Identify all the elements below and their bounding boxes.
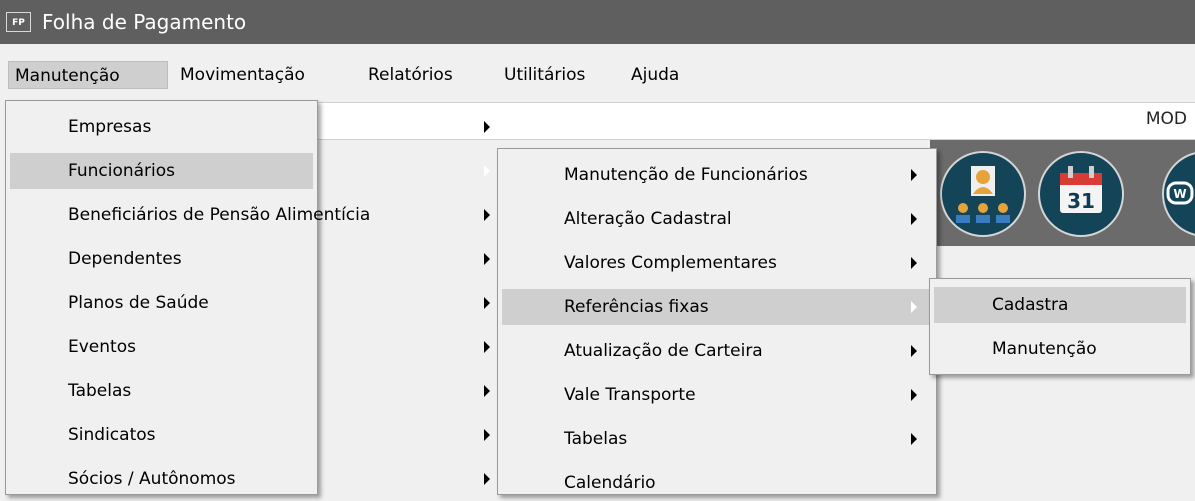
submenu-arrow-icon [484,473,490,485]
menu-bar: Manutenção Movimentação Relatórios Utili… [0,57,1195,93]
submenu-arrow-icon [484,297,490,309]
submenu-arrow-icon [911,389,917,401]
submenu-arrow-icon [911,345,917,357]
menu-item-sindicatos[interactable]: Sindicatos [10,417,490,453]
submenu-arrow-icon [911,433,917,445]
person-group-icon[interactable] [940,151,1026,237]
module-label: MOD [1145,109,1187,129]
submenu-item-vale-transporte[interactable]: Vale Transporte [502,377,932,413]
svg-text:W: W [1173,187,1186,201]
submenu-item-alteracao-cadastral[interactable]: Alteração Cadastral [502,201,932,237]
menu-item-tabelas[interactable]: Tabelas [10,373,490,409]
menu-ajuda[interactable]: Ajuda [625,61,693,89]
submenu-item-calendario[interactable]: Calendário [502,465,932,501]
menu-item-beneficiarios[interactable]: Beneficiários de Pensão Alimentícia [10,197,490,233]
window-title: Folha de Pagamento [42,10,247,34]
menu-item-dependentes[interactable]: Dependentes [10,241,490,277]
submenu-arrow-icon [484,253,490,265]
menu-manutencao[interactable]: Manutenção [8,61,168,89]
menu-movimentacao[interactable]: Movimentação [174,61,350,89]
submenu-item-valores-complementares[interactable]: Valores Complementares [502,245,932,281]
submenu-arrow-icon [911,169,917,181]
menu-relatorios[interactable]: Relatórios [362,61,487,89]
w-app-icon[interactable]: W [1162,151,1195,237]
title-bar: FP Folha de Pagamento [0,0,1195,44]
submenu-arrow-icon [484,385,490,397]
submenu-item-manutencao[interactable]: Manutenção [934,331,1186,367]
submenu-item-tabelas[interactable]: Tabelas [502,421,932,457]
menu-item-empresas[interactable]: Empresas [10,109,490,145]
calendar-day: 31 [1067,189,1095,213]
submenu-item-referencias-fixas[interactable]: Referências fixas [502,289,932,325]
submenu-arrow-icon [484,429,490,441]
submenu-item-cadastra[interactable]: Cadastra [934,287,1186,323]
menu-utilitarios[interactable]: Utilitários [498,61,616,89]
submenu-item-manutencao-funcionarios[interactable]: Manutenção de Funcionários [502,157,932,193]
menu-item-socios-autonomos[interactable]: Sócios / Autônomos [10,461,490,497]
menu-item-planos-saude[interactable]: Planos de Saúde [10,285,490,321]
submenu-arrow-icon [484,341,490,353]
submenu-arrow-icon [484,165,490,177]
submenu-item-atualizacao-carteira[interactable]: Atualização de Carteira [502,333,932,369]
app-icon: FP [6,12,31,32]
referencias-submenu: Cadastra Manutenção [929,278,1191,375]
module-bar: MOD [255,102,1195,140]
submenu-arrow-icon [911,257,917,269]
menu-item-eventos[interactable]: Eventos [10,329,490,365]
submenu-arrow-icon [484,121,490,133]
calendar-icon[interactable]: 31 [1038,151,1124,237]
submenu-arrow-icon [911,301,917,313]
submenu-arrow-icon [484,209,490,221]
menu-item-funcionarios[interactable]: Funcionários [10,153,490,189]
funcionarios-submenu: Manutenção de Funcionários Alteração Cad… [497,148,937,495]
manutencao-dropdown: Empresas Funcionários Beneficiários de P… [5,100,490,497]
submenu-arrow-icon [911,213,917,225]
